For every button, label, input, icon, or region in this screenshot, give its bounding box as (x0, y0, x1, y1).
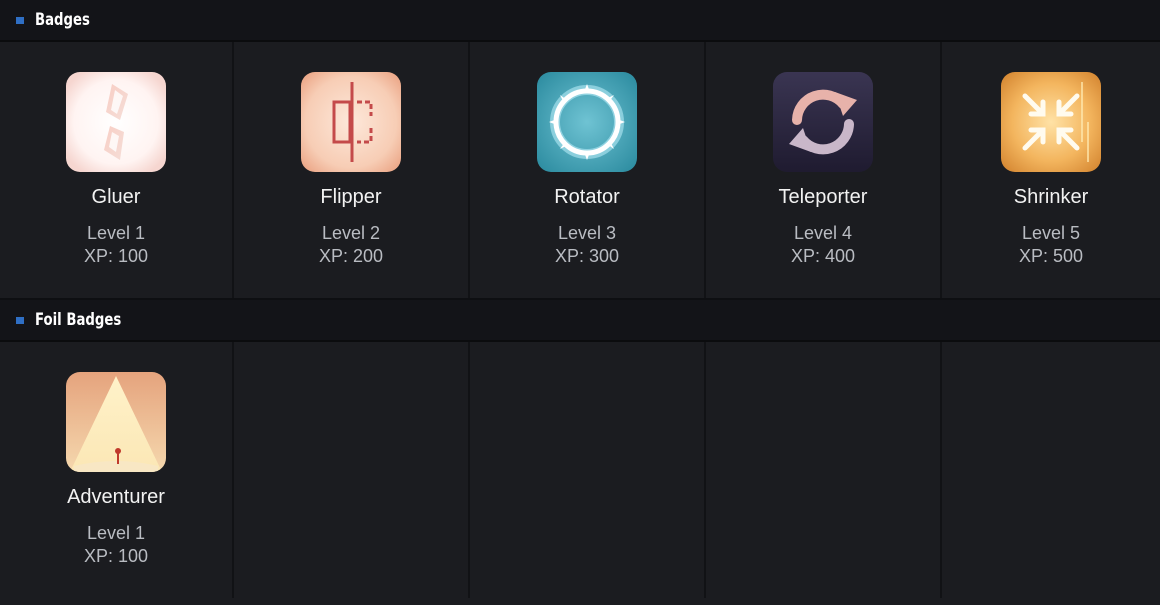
badge-name: Flipper (320, 186, 382, 208)
badge-xp: XP: 100 (83, 246, 149, 266)
badge-level: Level 5 (1021, 223, 1081, 243)
badge-xp: XP: 300 (554, 246, 620, 266)
badge-xp: XP: 100 (83, 546, 149, 566)
empty-badge-slot (470, 342, 706, 598)
gluer-icon (66, 72, 166, 172)
badge-card-adventurer[interactable]: Adventurer Level 1 XP: 100 (0, 342, 234, 598)
badge-level: Level 1 (86, 223, 146, 243)
section-marker-icon (16, 16, 24, 24)
section-marker-icon (16, 316, 24, 324)
flipper-icon (301, 72, 401, 172)
badge-card-rotator[interactable]: Rotator Level 3 XP: 300 (470, 42, 706, 298)
badge-xp: XP: 200 (318, 246, 384, 266)
badges-grid: Gluer Level 1 XP: 100 Flipper Level 2 XP… (0, 42, 1160, 300)
badge-name: Gluer (91, 186, 141, 208)
badge-level: Level 3 (557, 223, 617, 243)
foil-badges-section-header: Foil Badges (0, 300, 1160, 342)
teleporter-icon (773, 72, 873, 172)
shrinker-icon (1001, 72, 1101, 172)
badges-section-header: Badges (0, 0, 1160, 42)
badge-card-shrinker[interactable]: Shrinker Level 5 XP: 500 (942, 42, 1160, 298)
foil-badges-grid: Adventurer Level 1 XP: 100 (0, 342, 1160, 598)
empty-badge-slot (942, 342, 1160, 598)
empty-badge-slot (234, 342, 470, 598)
badge-name: Teleporter (778, 186, 868, 208)
section-title: Badges (35, 10, 90, 30)
badge-name: Shrinker (1013, 186, 1089, 208)
badge-name: Adventurer (67, 486, 165, 508)
empty-badge-slot (706, 342, 942, 598)
badge-card-gluer[interactable]: Gluer Level 1 XP: 100 (0, 42, 234, 298)
badge-card-teleporter[interactable]: Teleporter Level 4 XP: 400 (706, 42, 942, 298)
badge-level: Level 2 (321, 223, 381, 243)
badge-name: Rotator (554, 186, 620, 208)
section-title: Foil Badges (35, 310, 122, 330)
badge-card-flipper[interactable]: Flipper Level 2 XP: 200 (234, 42, 470, 298)
adventurer-icon (66, 372, 166, 472)
badge-level: Level 1 (86, 523, 146, 543)
badge-xp: XP: 500 (1018, 246, 1084, 266)
badge-xp: XP: 400 (790, 246, 856, 266)
badge-level: Level 4 (793, 223, 853, 243)
rotator-icon (537, 72, 637, 172)
